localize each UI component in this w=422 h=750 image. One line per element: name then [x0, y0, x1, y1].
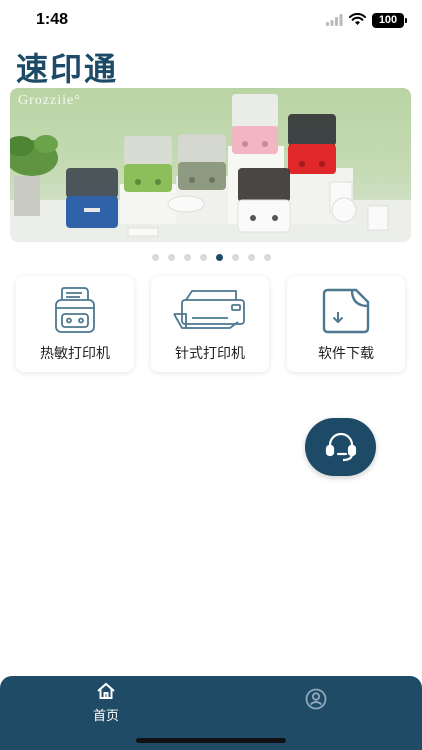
carousel-dot-active[interactable] [215, 254, 223, 261]
user-icon [305, 688, 327, 710]
signal-icon [326, 11, 343, 30]
status-time: 1:48 [36, 11, 69, 28]
tab-home-label: 首页 [92, 709, 119, 724]
tab-profile[interactable] [286, 682, 346, 726]
carousel-dot[interactable] [231, 254, 239, 261]
printer-red [288, 114, 336, 174]
carousel-dot[interactable] [167, 254, 175, 261]
app-screen: 1:48 100 速印通 Grozziie° 热敏打印机 针式打印机 软件下载 … [0, 0, 422, 750]
carousel-pagination [0, 254, 422, 261]
page-title: 速印通 [16, 50, 119, 88]
printer-pink [232, 94, 278, 154]
printer-olive [178, 134, 226, 190]
file-download-label: 软件下载 [318, 346, 374, 362]
printer-green [124, 136, 172, 192]
dot-matrix-printer-card[interactable]: 针式打印机 [151, 276, 269, 372]
banner-brand-text: Grozziie° [18, 93, 81, 108]
home-indicator [136, 738, 286, 743]
carousel-dot[interactable] [151, 254, 159, 261]
home-icon [97, 682, 115, 699]
printer-white [237, 168, 291, 233]
thermal-printer-label: 热敏打印机 [40, 346, 110, 362]
dot-matrix-printer-label: 针式打印机 [175, 346, 245, 362]
carousel-dot[interactable] [263, 254, 271, 261]
battery-indicator: 100 [372, 13, 407, 28]
file-download-card[interactable]: 软件下载 [287, 276, 405, 372]
tab-home[interactable]: 首页 [76, 682, 136, 726]
carousel-dot[interactable] [199, 254, 207, 261]
wifi-icon [349, 11, 366, 30]
thermal-printer-icon [16, 286, 134, 336]
file-download-icon [287, 286, 405, 336]
carousel-dot[interactable] [183, 254, 191, 261]
thermal-printer-card[interactable]: 热敏打印机 [16, 276, 134, 372]
status-indicators: 100 [326, 11, 407, 30]
dot-matrix-printer-icon [151, 286, 269, 336]
carousel-dot[interactable] [247, 254, 255, 261]
status-bar: 1:48 100 [0, 0, 422, 40]
customer-support-button[interactable] [305, 418, 376, 476]
printer-blue [66, 168, 118, 228]
banner-image [10, 94, 411, 242]
banner-carousel[interactable]: Grozziie° [10, 88, 411, 242]
headset-icon [325, 432, 356, 462]
